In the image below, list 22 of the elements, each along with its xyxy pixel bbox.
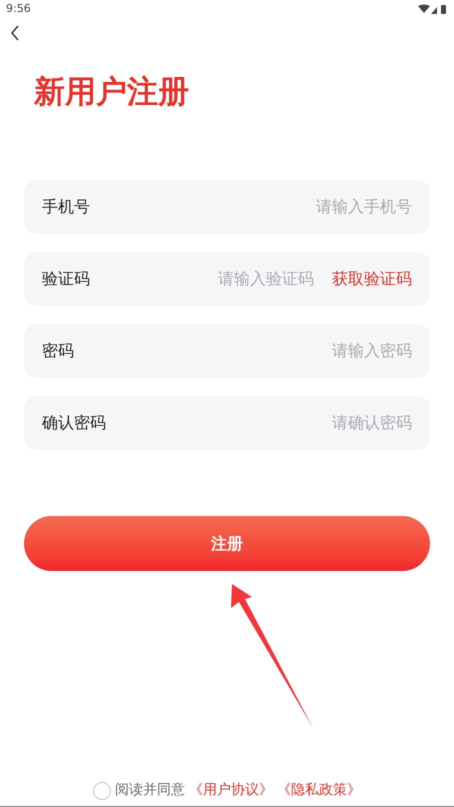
text-input[interactable]: 请输入手机号 [90,195,412,219]
text-input[interactable]: 请输入验证码 [90,267,314,291]
agreement-link[interactable]: 《隐私政策》 [277,780,361,801]
field-label: 手机号 [42,196,90,218]
field-label: 验证码 [42,268,90,290]
form-field[interactable]: 手机号 请输入手机号 [24,180,430,234]
register-button[interactable]: 注册 [24,516,430,571]
field-label: 密码 [42,340,74,362]
text-input[interactable]: 请输入密码 [74,339,412,363]
form-field[interactable]: 密码 请输入密码 [24,324,430,378]
agree-checkbox[interactable] [93,782,111,800]
page-title: 新用户注册 [34,73,189,112]
status-time: 9:56 [6,0,31,17]
back-icon[interactable] [10,25,20,41]
get-code-button[interactable]: 获取验证码 [332,267,412,291]
form-field[interactable]: 验证码 请输入验证码 获取验证码 [24,252,430,306]
status-icons [418,4,448,14]
agreement-text: 阅读并同意 [115,781,185,800]
field-label: 确认密码 [42,412,106,434]
form-field[interactable]: 确认密码 请确认密码 [24,396,430,450]
agreement-link[interactable]: 《用户协议》 [189,780,273,801]
text-input[interactable]: 请确认密码 [106,411,412,435]
